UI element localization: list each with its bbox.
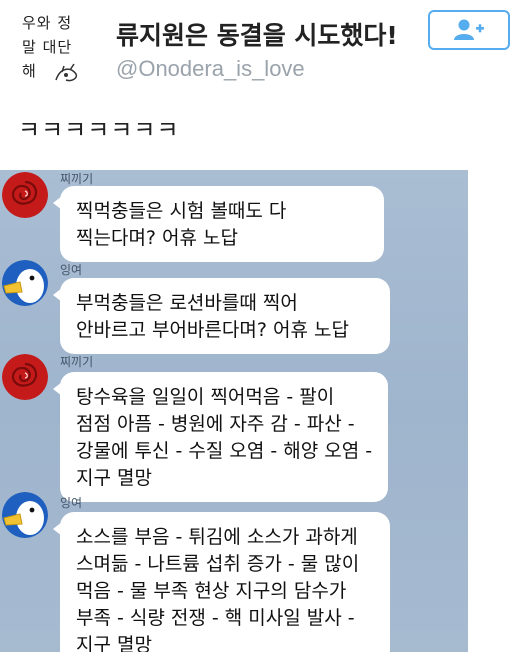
chat-screenshot: 찌끼기 찍먹충들은 시험 볼때도 다 찍는다며? 어휴 노답 잉여 부먹충들은 … xyxy=(0,170,468,652)
message-bubble: 소스를 부음 - 튀김에 소스가 과하게 스며듦 - 나트륨 섭취 증가 - 물… xyxy=(53,512,390,652)
message-line: 찍는다며? 어휴 노답 xyxy=(76,227,239,249)
follow-button[interactable] xyxy=(428,10,510,50)
duck-icon xyxy=(2,260,48,306)
message-bubble: 찍먹충들은 시험 볼때도 다 찍는다며? 어휴 노답 xyxy=(53,186,384,262)
message-line: 부족 - 식량 전쟁 - 핵 미사일 발사 - xyxy=(76,607,355,629)
profile-avatar[interactable]: 우와 정 말 대단 해 xyxy=(14,8,98,92)
avatar-sketch-icon xyxy=(55,63,78,82)
message-line: 점점 아픔 - 병원에 자주 감 - 파산 - xyxy=(76,413,355,435)
duck-avatar xyxy=(2,260,48,306)
message-line: 찍먹충들은 시험 볼때도 다 xyxy=(76,200,287,222)
red-rose-avatar xyxy=(2,354,48,400)
avatar-text-line-3: 해 xyxy=(22,62,37,80)
sender-name: 찌끼기 xyxy=(60,172,94,186)
follow-user-plus-icon xyxy=(454,19,484,40)
tweet-text: ㅋㅋㅋㅋㅋㅋㅋ xyxy=(18,116,180,144)
message-line: 소스를 부음 - 튀김에 소스가 과하게 xyxy=(76,526,358,548)
avatar-text-line-1: 우와 정 xyxy=(22,14,73,32)
message-line: 스며듦 - 나트륨 섭취 증가 - 물 많이 xyxy=(76,553,360,575)
message-line: 부먹충들은 로션바를때 찍어 xyxy=(76,292,298,314)
duck-avatar xyxy=(2,492,48,538)
message-line: 탕수육을 일일이 찍어먹음 - 팔이 xyxy=(76,386,335,408)
message-line: 강물에 투신 - 수질 오염 - 해양 오염 - xyxy=(76,440,373,462)
duck-icon xyxy=(2,492,48,538)
message-line: 지구 멸망 xyxy=(76,467,152,489)
message-line: 안바르고 부어바른다며? 어휴 노답 xyxy=(76,319,349,341)
sender-name: 잉여 xyxy=(60,496,83,510)
message-bubble: 부먹충들은 로션바를때 찍어 안바르고 부어바른다며? 어휴 노답 xyxy=(53,278,390,354)
user-handle[interactable]: @Onodera_is_love xyxy=(116,56,305,82)
sender-name: 찌끼기 xyxy=(60,355,94,369)
sender-name: 잉여 xyxy=(60,263,83,277)
avatar-text-line-2: 말 대단 xyxy=(22,38,73,56)
rose-icon xyxy=(2,172,48,218)
rose-icon xyxy=(2,354,48,400)
message-line: 지구 멸망 xyxy=(76,634,152,652)
display-name[interactable]: 류지원은 동결을 시도했다! xyxy=(116,16,398,52)
message-line: 먹음 - 물 부족 현상 지구의 담수가 xyxy=(76,580,347,602)
red-rose-avatar xyxy=(2,172,48,218)
message-bubble: 탕수육을 일일이 찍어먹음 - 팔이 점점 아픔 - 병원에 자주 감 - 파산… xyxy=(53,372,388,502)
tweet-card: 우와 정 말 대단 해 류지원은 동결을 시도했다! @Onodera_is_l… xyxy=(0,0,520,160)
